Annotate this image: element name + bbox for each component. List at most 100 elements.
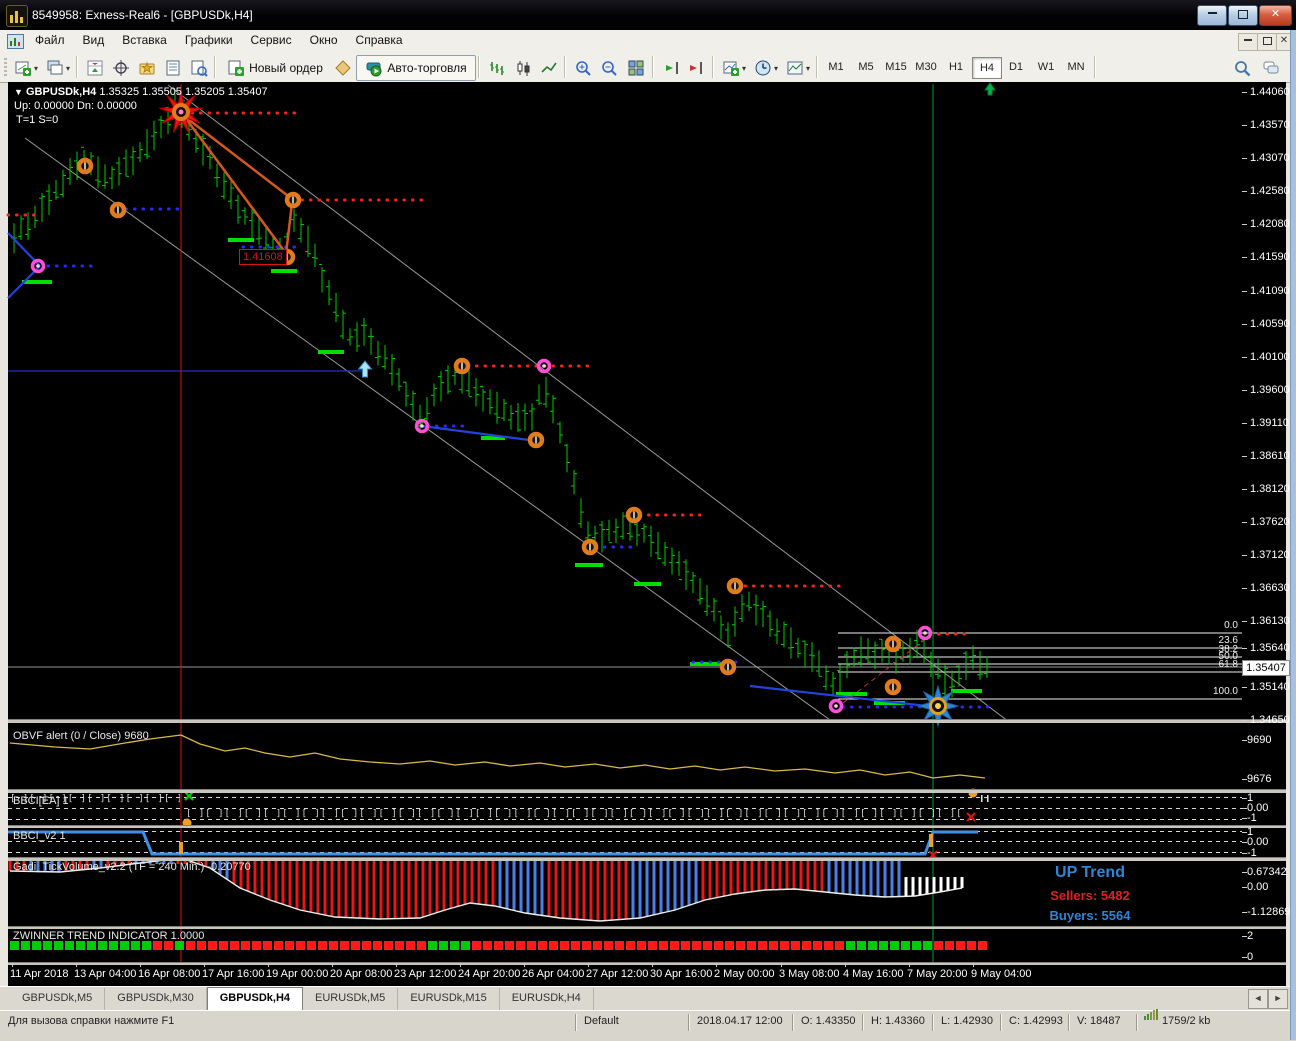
toolbar-separator bbox=[76, 56, 78, 78]
toolbar-grip[interactable] bbox=[4, 58, 7, 76]
menu-Файл[interactable]: Файл bbox=[26, 30, 74, 52]
symbol-dropdown-icon[interactable]: ▼ bbox=[14, 87, 23, 97]
tab-scroll-left-icon[interactable]: ◄ bbox=[1248, 989, 1268, 1009]
bbci1-axis-tick bbox=[1242, 818, 1247, 819]
mdi-child-icon[interactable] bbox=[7, 34, 24, 49]
navigator-icon[interactable] bbox=[134, 55, 160, 81]
price-tick: 1.35640 bbox=[1250, 642, 1290, 654]
date-tick: 4 May 16:00 bbox=[843, 968, 904, 980]
zwinner-label: ZWINNER TREND INDICATOR 1.0000 bbox=[13, 930, 204, 942]
terminal-icon[interactable] bbox=[160, 55, 186, 81]
close-button[interactable]: ✕ bbox=[1259, 5, 1292, 26]
search-icon[interactable] bbox=[1228, 55, 1256, 81]
indicators-icon[interactable]: ▾ bbox=[718, 55, 750, 81]
market-watch-icon[interactable] bbox=[82, 55, 108, 81]
gadi-axis-tick bbox=[1242, 887, 1247, 888]
profiles-icon[interactable]: ▾ bbox=[42, 55, 74, 81]
fib-label: 0.0 bbox=[1160, 620, 1238, 631]
date-tick-mark bbox=[76, 963, 77, 967]
title-bar: 8549958: Exness-Real6 - [GBPUSDk,H4] ✕ bbox=[0, 0, 1296, 30]
chart-shift-icon[interactable] bbox=[684, 55, 710, 81]
menu-Вставка[interactable]: Вставка bbox=[113, 30, 176, 52]
zoom-in-icon[interactable] bbox=[570, 55, 596, 81]
chat-icon[interactable] bbox=[1256, 55, 1286, 81]
price-tick-mark bbox=[1242, 720, 1247, 721]
chart-workspace[interactable] bbox=[8, 82, 1286, 986]
menu-Сервис[interactable]: Сервис bbox=[242, 30, 301, 52]
menu-Графики[interactable]: Графики bbox=[176, 30, 242, 52]
timeframe-M1[interactable]: M1 bbox=[822, 57, 850, 77]
mdi-minimize-icon[interactable] bbox=[1238, 33, 1258, 51]
chart-header: ▼ GBPUSDk,H4 1.35325 1.35505 1.35205 1.3… bbox=[14, 86, 268, 98]
price-tick: 1.38120 bbox=[1250, 483, 1290, 495]
tab-EURUSDk,M5[interactable]: EURUSDk,M5 bbox=[303, 988, 398, 1012]
price-tick: 1.38610 bbox=[1250, 450, 1290, 462]
date-tick: 17 Apr 16:00 bbox=[202, 968, 264, 980]
zoom-out-icon[interactable] bbox=[596, 55, 622, 81]
date-tick-mark bbox=[909, 963, 910, 967]
status-time: 2018.04.17 12:00 bbox=[697, 1015, 783, 1027]
price-tick-mark bbox=[1242, 621, 1247, 622]
timeframe-MN[interactable]: MN bbox=[1062, 57, 1090, 77]
timeframe-M5[interactable]: M5 bbox=[852, 57, 880, 77]
bbci2-label: BBCI_v2 1 bbox=[13, 830, 66, 842]
price-tick-mark bbox=[1242, 357, 1247, 358]
date-tick: 3 May 08:00 bbox=[779, 968, 840, 980]
menu-Вид[interactable]: Вид bbox=[74, 30, 114, 52]
menu-Окно[interactable]: Окно bbox=[301, 30, 347, 52]
chart-updn: Up: 0.00000 Dn: 0.00000 bbox=[14, 100, 137, 112]
price-tick: 1.40100 bbox=[1250, 351, 1290, 363]
fib-label: 100.0 bbox=[1160, 686, 1238, 697]
price-tick: 1.34650 bbox=[1250, 714, 1290, 726]
panel-separator[interactable] bbox=[8, 719, 1286, 723]
menu-Справка[interactable]: Справка bbox=[347, 30, 412, 52]
new-chart-icon[interactable]: ▾ bbox=[10, 55, 42, 81]
panel-separator[interactable] bbox=[8, 926, 1286, 929]
current-price-tag: 1.35407 bbox=[1242, 660, 1290, 676]
new-order-icon-label: Новый ордер bbox=[249, 61, 323, 75]
tile-windows-icon[interactable] bbox=[622, 55, 650, 81]
tab-GBPUSDk,H4[interactable]: GBPUSDk,H4 bbox=[207, 987, 303, 1012]
autotrade-icon[interactable]: Авто-торговля bbox=[356, 55, 476, 81]
periods-icon[interactable]: ▾ bbox=[750, 55, 782, 81]
price-tick-mark bbox=[1242, 555, 1247, 556]
mdi-restore-icon[interactable] bbox=[1257, 33, 1277, 51]
gadi-axis-value: -1.12869 bbox=[1247, 906, 1290, 918]
linechart-icon[interactable] bbox=[536, 55, 562, 81]
minimize-button[interactable] bbox=[1197, 5, 1227, 26]
timeframe-M15[interactable]: M15 bbox=[882, 57, 910, 77]
toolbar-separator bbox=[564, 56, 566, 78]
timeframe-H4[interactable]: H4 bbox=[972, 57, 1002, 79]
crosshair-icon[interactable] bbox=[108, 55, 134, 81]
tab-EURUSDk,M15[interactable]: EURUSDk,M15 bbox=[398, 988, 499, 1012]
timeframe-H1[interactable]: H1 bbox=[942, 57, 970, 77]
panel-separator[interactable] bbox=[8, 789, 1286, 793]
app-icon bbox=[6, 5, 28, 27]
timeframe-W1[interactable]: W1 bbox=[1032, 57, 1060, 77]
tester-icon[interactable] bbox=[186, 55, 212, 81]
templates-icon[interactable]: ▾ bbox=[782, 55, 814, 81]
price-tick: 1.41090 bbox=[1250, 285, 1290, 297]
price-tick: 1.39600 bbox=[1250, 384, 1290, 396]
window-title: 8549958: Exness-Real6 - [GBPUSDk,H4] bbox=[32, 8, 253, 22]
status-profile[interactable]: Default bbox=[584, 1015, 619, 1027]
price-tick-mark bbox=[1242, 489, 1247, 490]
tab-GBPUSDk,M5[interactable]: GBPUSDk,M5 bbox=[10, 988, 105, 1012]
timeframe-D1[interactable]: D1 bbox=[1002, 57, 1030, 77]
price-tick: 1.37120 bbox=[1250, 549, 1290, 561]
date-tick-mark bbox=[973, 963, 974, 967]
tab-scroll-right-icon[interactable]: ► bbox=[1268, 989, 1288, 1009]
tab-GBPUSDk,M30[interactable]: GBPUSDk,M30 bbox=[105, 988, 206, 1012]
new-order-icon[interactable]: Новый ордер bbox=[220, 55, 330, 81]
date-tick: 19 Apr 00:00 bbox=[266, 968, 328, 980]
maximize-button[interactable] bbox=[1228, 5, 1258, 26]
price-tick-mark bbox=[1242, 687, 1247, 688]
bars-icon[interactable] bbox=[484, 55, 510, 81]
metaeditor-icon[interactable] bbox=[330, 55, 356, 81]
panel-separator[interactable] bbox=[8, 825, 1286, 828]
timeframe-M30[interactable]: M30 bbox=[912, 57, 940, 77]
obvf-axis-value: 9690 bbox=[1247, 734, 1271, 746]
candles-icon[interactable] bbox=[510, 55, 536, 81]
autoscroll-icon[interactable] bbox=[658, 55, 684, 81]
tab-EURUSDk,H4[interactable]: EURUSDk,H4 bbox=[500, 988, 594, 1012]
